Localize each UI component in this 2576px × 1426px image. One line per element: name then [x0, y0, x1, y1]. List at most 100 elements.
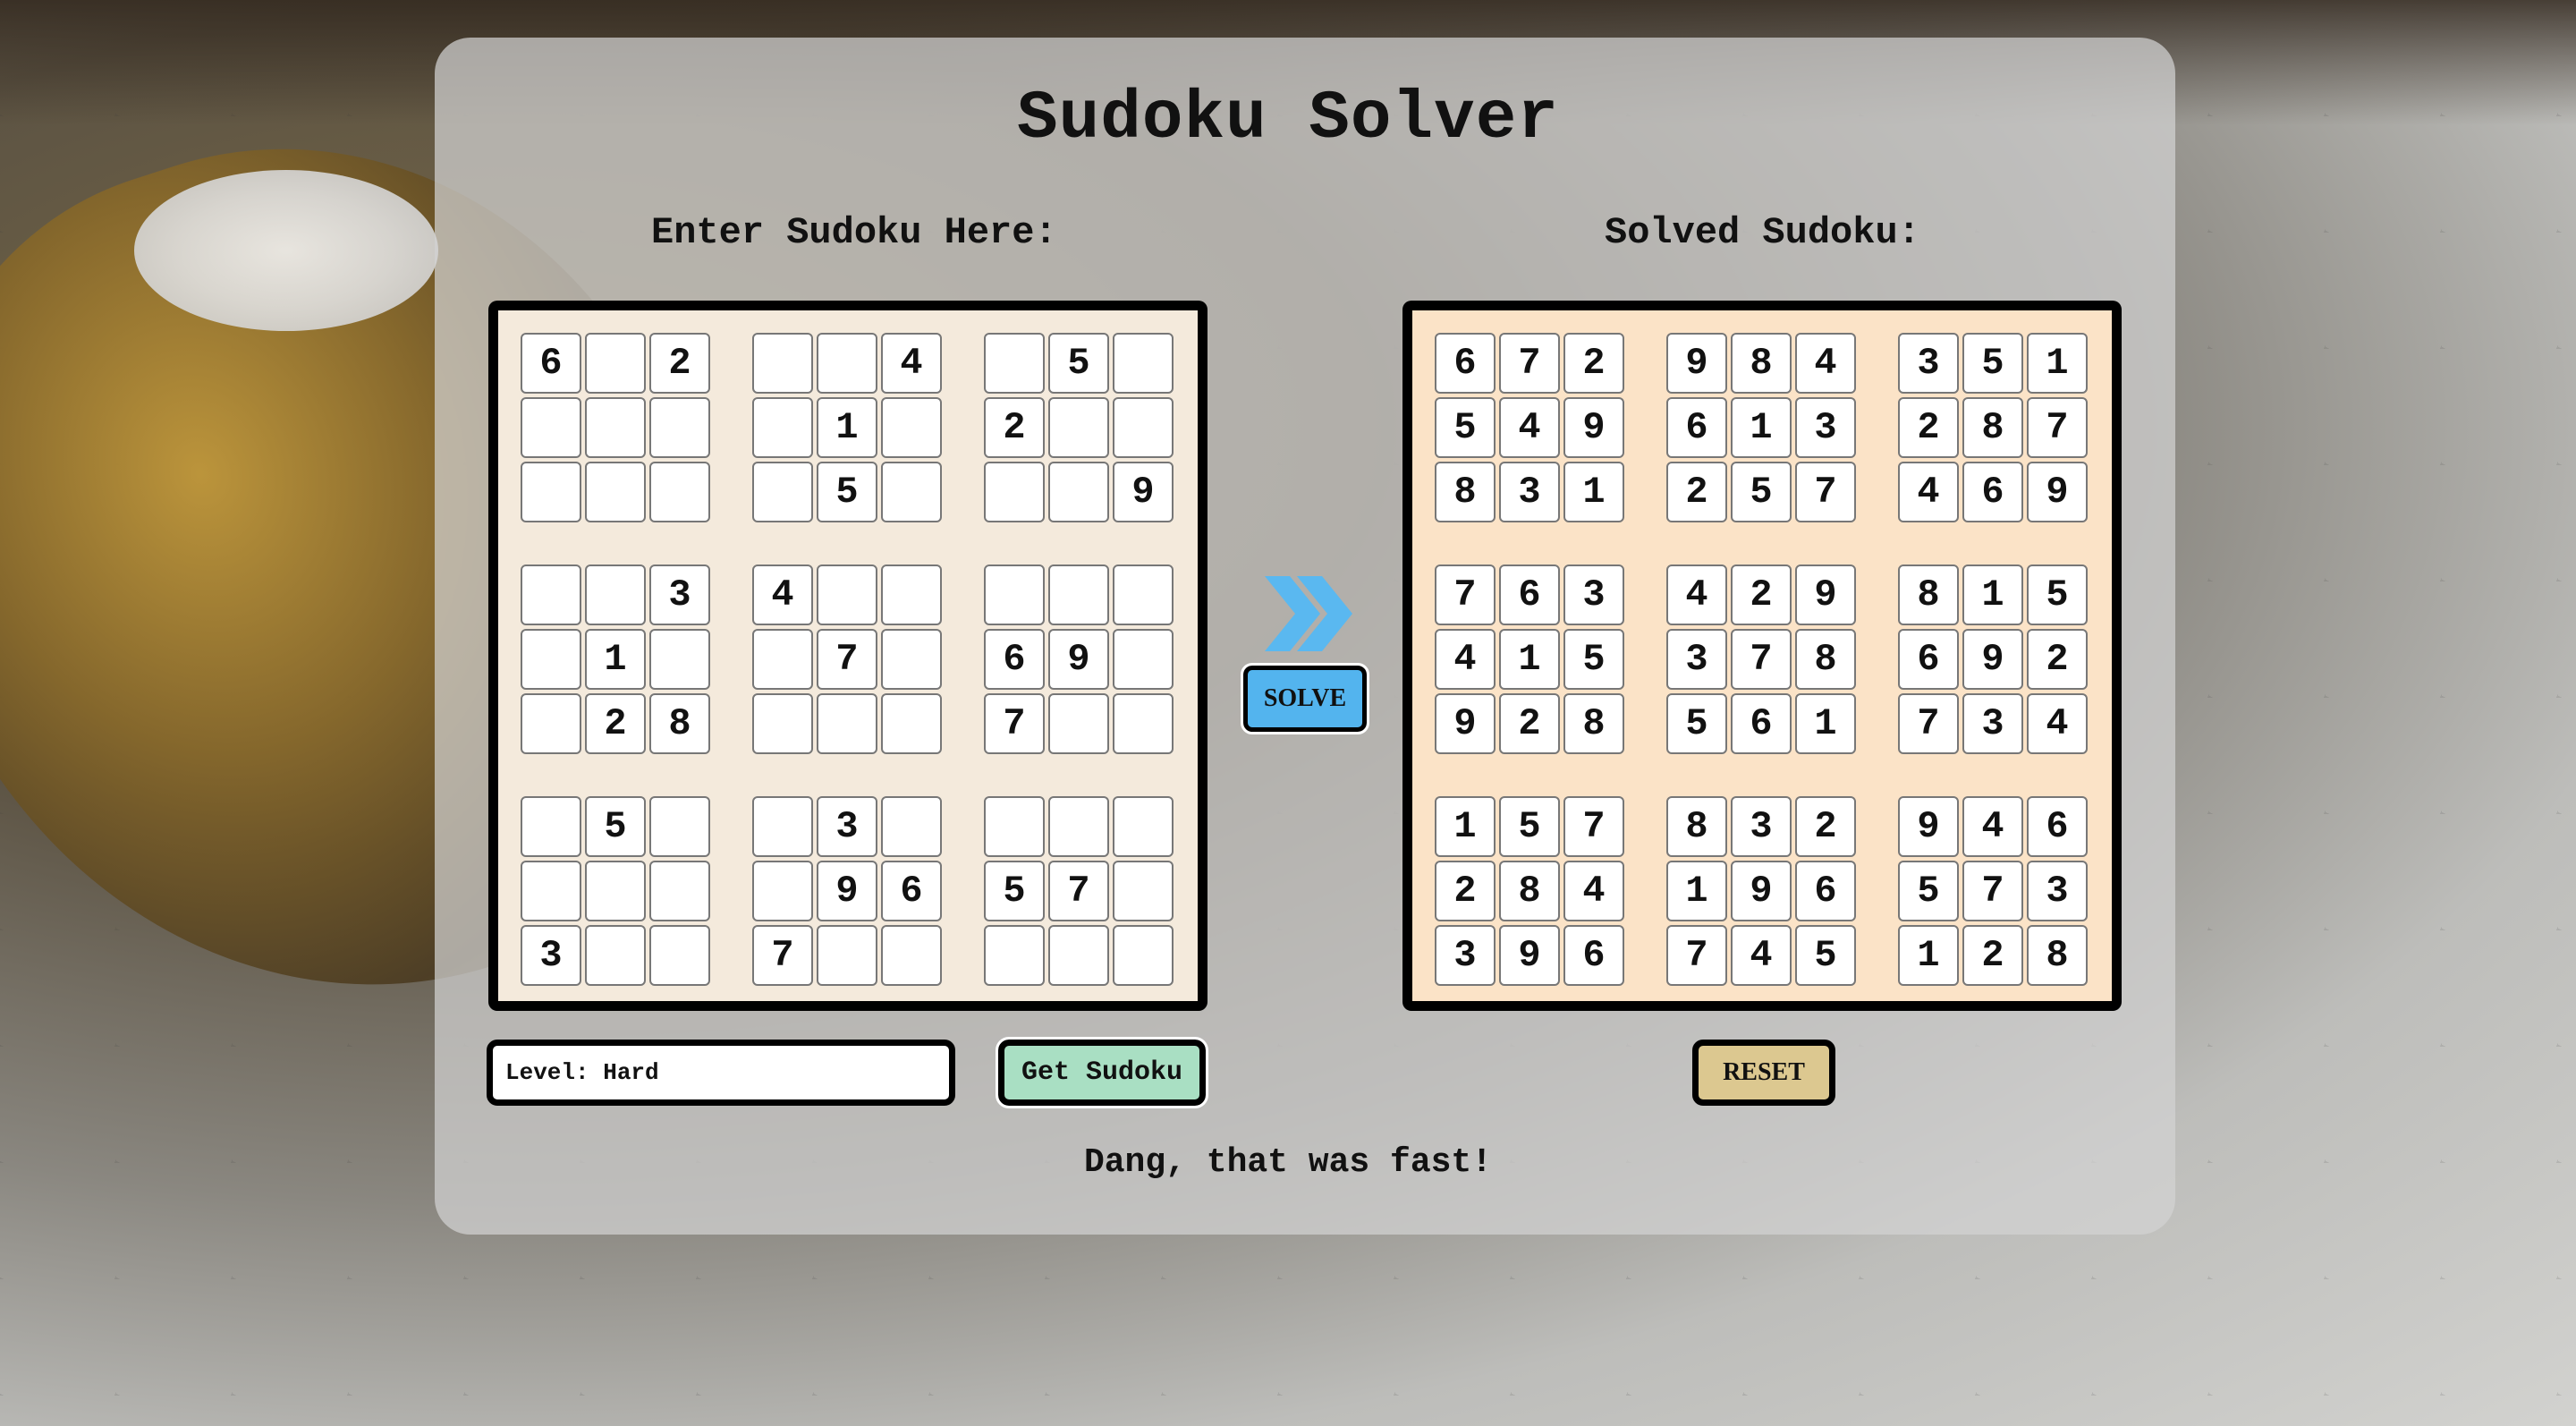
input-cell[interactable] [1048, 564, 1109, 625]
solved-box: 815 692 734 [1898, 564, 2088, 754]
input-cell[interactable] [752, 333, 813, 394]
input-cell[interactable] [817, 333, 877, 394]
solved-cell: 5 [1898, 861, 1959, 921]
input-cell[interactable] [1048, 462, 1109, 522]
input-cell[interactable]: 9 [1113, 462, 1174, 522]
input-cell[interactable] [1048, 693, 1109, 754]
input-cell[interactable] [881, 564, 942, 625]
input-cell[interactable]: 6 [881, 861, 942, 921]
get-sudoku-button[interactable]: Get Sudoku [996, 1037, 1208, 1108]
input-cell[interactable] [585, 564, 646, 625]
input-cell[interactable] [1113, 861, 1174, 921]
input-cell[interactable] [984, 333, 1045, 394]
input-cell[interactable]: 5 [1048, 333, 1109, 394]
solved-cell: 6 [1731, 693, 1792, 754]
input-cell[interactable]: 9 [1048, 629, 1109, 690]
input-cell[interactable] [752, 693, 813, 754]
input-cell[interactable] [881, 462, 942, 522]
input-cell[interactable] [1113, 925, 1174, 986]
input-cell[interactable]: 7 [984, 693, 1045, 754]
input-cell[interactable] [521, 693, 581, 754]
input-cell[interactable] [1113, 397, 1174, 458]
input-cell[interactable] [585, 397, 646, 458]
input-cell[interactable] [649, 925, 710, 986]
input-cell[interactable] [585, 925, 646, 986]
solved-cell: 6 [1666, 397, 1727, 458]
input-cell[interactable] [1113, 629, 1174, 690]
input-cell[interactable] [984, 796, 1045, 857]
input-cell[interactable]: 2 [585, 693, 646, 754]
input-cell[interactable]: 7 [752, 925, 813, 986]
input-cell[interactable] [817, 564, 877, 625]
input-cell[interactable] [817, 925, 877, 986]
input-cell[interactable] [817, 693, 877, 754]
input-sudoku-board: 6241552931284769753396757 [488, 301, 1208, 1011]
input-cell[interactable]: 3 [817, 796, 877, 857]
input-cell[interactable] [521, 629, 581, 690]
input-box: 47 [752, 564, 942, 754]
input-cell[interactable] [881, 925, 942, 986]
input-cell[interactable] [1048, 925, 1109, 986]
input-cell[interactable] [752, 796, 813, 857]
input-cell[interactable] [1113, 564, 1174, 625]
solved-cell: 4 [1435, 629, 1496, 690]
input-cell[interactable] [521, 462, 581, 522]
input-cell[interactable] [521, 564, 581, 625]
input-cell[interactable] [1113, 333, 1174, 394]
input-cell[interactable] [1048, 796, 1109, 857]
solved-cell: 6 [1962, 462, 2023, 522]
input-cell[interactable] [881, 796, 942, 857]
input-cell[interactable]: 6 [521, 333, 581, 394]
input-cell[interactable]: 6 [984, 629, 1045, 690]
input-cell[interactable] [1113, 693, 1174, 754]
input-cell[interactable]: 3 [521, 925, 581, 986]
solved-cell: 1 [1499, 629, 1560, 690]
solved-cell: 6 [1795, 861, 1856, 921]
solved-cell: 9 [1898, 796, 1959, 857]
input-cell[interactable] [984, 462, 1045, 522]
input-cell[interactable]: 3 [649, 564, 710, 625]
input-cell[interactable] [1113, 796, 1174, 857]
input-cell[interactable]: 4 [752, 564, 813, 625]
input-cell[interactable] [649, 861, 710, 921]
level-select[interactable]: Level: Hard [487, 1040, 955, 1106]
solved-cell: 9 [1435, 693, 1496, 754]
input-cell[interactable] [752, 462, 813, 522]
input-cell[interactable]: 5 [984, 861, 1045, 921]
input-cell[interactable] [881, 397, 942, 458]
input-cell[interactable]: 1 [817, 397, 877, 458]
input-cell[interactable] [649, 462, 710, 522]
input-cell[interactable]: 9 [817, 861, 877, 921]
input-cell[interactable] [521, 796, 581, 857]
input-cell[interactable] [752, 629, 813, 690]
input-cell[interactable] [984, 925, 1045, 986]
input-cell[interactable] [984, 564, 1045, 625]
input-cell[interactable]: 1 [585, 629, 646, 690]
input-cell[interactable] [1048, 397, 1109, 458]
input-cell[interactable]: 4 [881, 333, 942, 394]
input-cell[interactable] [881, 629, 942, 690]
solved-cell: 6 [1898, 629, 1959, 690]
input-cell[interactable] [752, 861, 813, 921]
input-cell[interactable]: 5 [817, 462, 877, 522]
input-cell[interactable] [585, 462, 646, 522]
input-cell[interactable] [649, 796, 710, 857]
input-cell[interactable]: 2 [649, 333, 710, 394]
input-cell[interactable]: 7 [817, 629, 877, 690]
input-cell[interactable] [521, 397, 581, 458]
input-cell[interactable] [521, 861, 581, 921]
input-cell[interactable]: 8 [649, 693, 710, 754]
input-cell[interactable]: 5 [585, 796, 646, 857]
reset-button[interactable]: RESET [1692, 1040, 1835, 1106]
input-cell[interactable] [881, 693, 942, 754]
solved-box: 429 378 561 [1666, 564, 1856, 754]
input-cell[interactable]: 7 [1048, 861, 1109, 921]
input-cell[interactable] [752, 397, 813, 458]
input-cell[interactable] [585, 333, 646, 394]
solve-button[interactable]: SOLVE [1241, 663, 1369, 734]
input-cell[interactable] [649, 397, 710, 458]
input-cell[interactable] [649, 629, 710, 690]
solved-cell: 5 [1962, 333, 2023, 394]
input-cell[interactable] [585, 861, 646, 921]
input-cell[interactable]: 2 [984, 397, 1045, 458]
